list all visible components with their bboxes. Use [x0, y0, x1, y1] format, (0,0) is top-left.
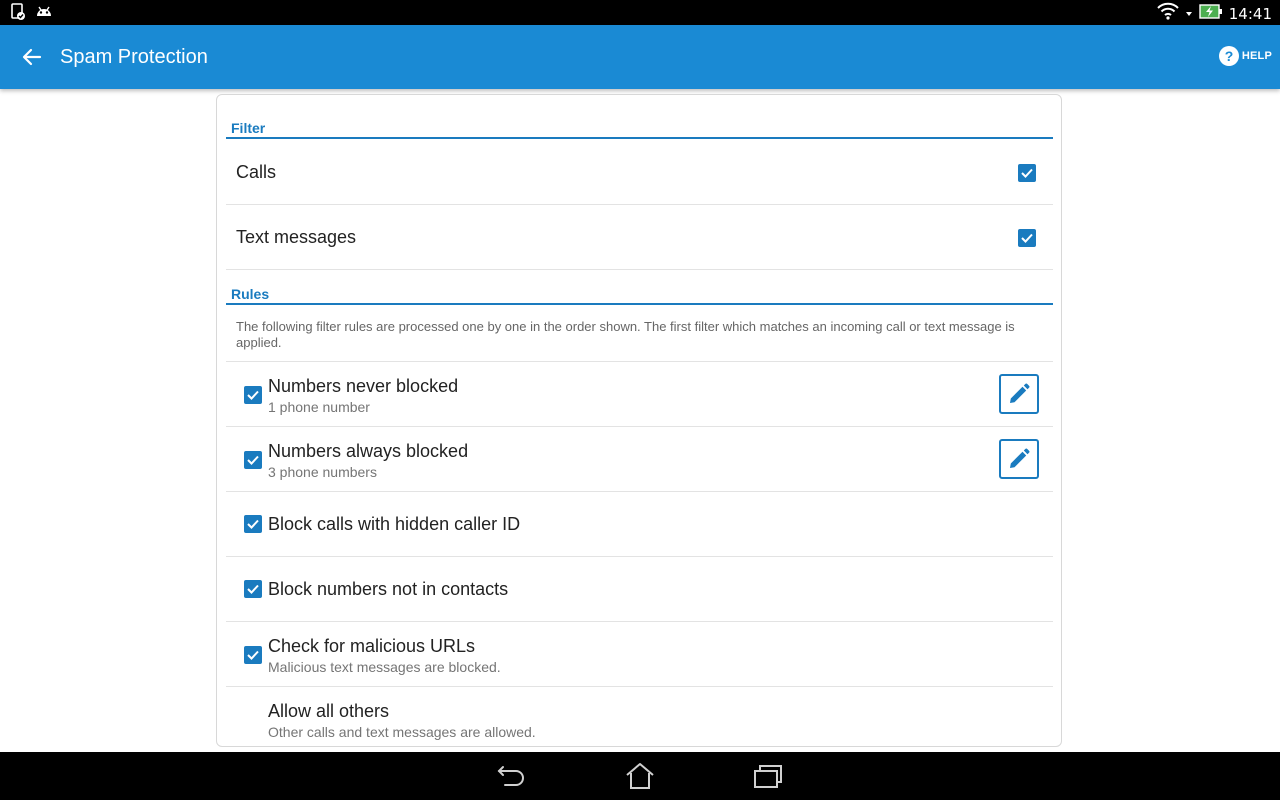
- back-button[interactable]: [14, 39, 50, 75]
- battery-charging-icon: [1199, 2, 1223, 25]
- rule-numbers-always-blocked[interactable]: Numbers always blocked 3 phone numbers: [226, 427, 1053, 492]
- status-left-icons: [10, 3, 54, 26]
- rule-block-hidden-caller-id[interactable]: Block calls with hidden caller ID: [226, 492, 1053, 557]
- rule-subtitle: 3 phone numbers: [268, 464, 377, 480]
- status-right-icons: 14:41: [1157, 2, 1272, 25]
- help-button[interactable]: ? HELP: [1218, 45, 1272, 67]
- filter-item-text-messages[interactable]: Text messages: [226, 205, 1053, 270]
- text-messages-checkbox[interactable]: [1018, 229, 1036, 247]
- rule-subtitle: Other calls and text messages are allowe…: [268, 724, 536, 740]
- calls-checkbox[interactable]: [1018, 164, 1036, 182]
- rule-title: Numbers always blocked: [268, 441, 469, 461]
- section-title-filter: Filter: [231, 120, 266, 136]
- status-bar: 14:41: [0, 0, 1280, 25]
- nav-recents-button[interactable]: [748, 760, 788, 792]
- help-circle-icon: ?: [1218, 46, 1239, 66]
- android-debug-icon: [34, 3, 54, 26]
- filter-item-label: Calls: [236, 162, 277, 182]
- checkmark-icon: [1021, 233, 1033, 243]
- rule-block-not-in-contacts[interactable]: Block numbers not in contacts: [226, 557, 1053, 622]
- section-header-rules: Rules: [226, 283, 1053, 305]
- pencil-icon: [1010, 383, 1030, 403]
- rule-title: Allow all others: [268, 701, 390, 721]
- rule-title: Numbers never blocked: [268, 376, 459, 396]
- page-title: Spam Protection: [60, 46, 208, 68]
- section-title-rules: Rules: [231, 286, 270, 302]
- checkmark-icon: [247, 455, 259, 465]
- rule-checkbox[interactable]: [244, 451, 262, 469]
- settings-card: Filter Calls Text messages Rules The fol…: [216, 94, 1062, 747]
- navigation-bar: [0, 752, 1280, 800]
- recents-nav-icon: [754, 765, 782, 788]
- clipboard-check-icon: [10, 3, 26, 26]
- checkmark-icon: [247, 519, 259, 529]
- rule-allow-all-others[interactable]: Allow all others Other calls and text me…: [226, 687, 1053, 746]
- edit-never-blocked-button[interactable]: [999, 374, 1039, 414]
- pencil-icon: [1010, 448, 1030, 468]
- nav-home-button[interactable]: [620, 760, 660, 792]
- signal-arrow-icon: [1185, 2, 1193, 25]
- filter-item-label: Text messages: [236, 227, 357, 247]
- rule-title: Check for malicious URLs: [268, 636, 476, 656]
- rule-check-malicious-urls[interactable]: Check for malicious URLs Malicious text …: [226, 622, 1053, 687]
- rule-numbers-never-blocked[interactable]: Numbers never blocked 1 phone number: [226, 362, 1053, 427]
- rule-subtitle: 1 phone number: [268, 399, 370, 415]
- rule-checkbox[interactable]: [244, 386, 262, 404]
- nav-back-button[interactable]: [492, 760, 532, 792]
- home-nav-icon: [626, 763, 654, 789]
- help-label: HELP: [1241, 50, 1272, 62]
- checkmark-icon: [247, 584, 259, 594]
- edit-always-blocked-button[interactable]: [999, 439, 1039, 479]
- filter-item-calls[interactable]: Calls: [226, 140, 1053, 205]
- status-time: 14:41: [1228, 4, 1272, 23]
- rule-subtitle: Malicious text messages are blocked.: [268, 659, 501, 675]
- arrow-left-icon: [22, 48, 42, 66]
- rule-checkbox[interactable]: [244, 580, 262, 598]
- checkmark-icon: [1021, 168, 1033, 178]
- rule-title: Block numbers not in contacts: [268, 579, 509, 599]
- action-bar: Spam Protection ? HELP: [0, 25, 1280, 89]
- wifi-icon: [1157, 2, 1179, 25]
- rules-description: The following filter rules are processed…: [236, 319, 1015, 350]
- rule-title: Block calls with hidden caller ID: [268, 514, 521, 534]
- checkmark-icon: [247, 650, 259, 660]
- section-header-filter: Filter: [226, 117, 1053, 139]
- back-nav-icon: [497, 766, 524, 786]
- checkmark-icon: [247, 390, 259, 400]
- rule-checkbox[interactable]: [244, 515, 262, 533]
- svg-text:?: ?: [1225, 48, 1234, 64]
- rule-checkbox[interactable]: [244, 646, 262, 664]
